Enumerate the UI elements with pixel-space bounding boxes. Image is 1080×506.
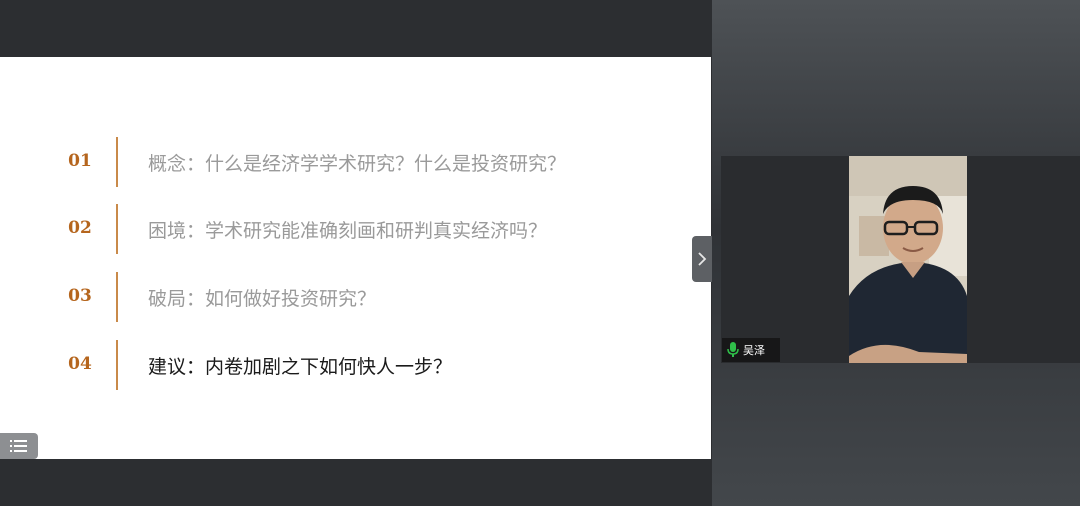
agenda-number: 04 [68,354,92,374]
list-icon [10,440,27,452]
agenda-divider [116,204,118,254]
participant-video-frame [849,156,967,363]
presentation-slide: 01 概念：什么是经济学学术研究？什么是投资研究？ 02 困境：学术研究能准确刻… [0,57,711,459]
agenda-divider [116,340,118,390]
agenda-text: 困境：学术研究能准确刻画和研判真实经济吗？ [148,220,548,242]
agenda-divider [116,272,118,322]
agenda-number: 01 [68,151,92,171]
agenda-divider [116,137,118,187]
meeting-window: 01 概念：什么是经济学学术研究？什么是投资研究？ 02 困境：学术研究能准确刻… [0,0,1080,506]
agenda-text: 建议：内卷加剧之下如何快人一步？ [148,356,453,378]
agenda-item-04: 04 建议：内卷加剧之下如何快人一步？ [0,340,711,390]
participant-name-tag: 吴泽 [722,338,780,362]
agenda-number: 03 [68,286,92,306]
agenda-item-02: 02 困境：学术研究能准确刻画和研判真实经济吗？ [0,204,711,254]
agenda-item-01: 01 概念：什么是经济学学术研究？什么是投资研究？ [0,137,711,187]
collapse-panel-button[interactable] [692,236,712,282]
agenda-text: 破局：如何做好投资研究？ [148,288,377,310]
agenda-number: 02 [68,218,92,238]
chevron-right-icon [698,252,707,266]
agenda-text: 概念：什么是经济学学术研究？什么是投资研究？ [148,153,567,175]
screen-share-area: 01 概念：什么是经济学学术研究？什么是投资研究？ 02 困境：学术研究能准确刻… [0,0,712,506]
agenda-item-03: 03 破局：如何做好投资研究？ [0,272,711,322]
participant-name: 吴泽 [743,344,765,357]
microphone-icon [727,342,739,357]
participant-video[interactable] [849,156,967,363]
slide-list-button[interactable] [0,433,38,459]
